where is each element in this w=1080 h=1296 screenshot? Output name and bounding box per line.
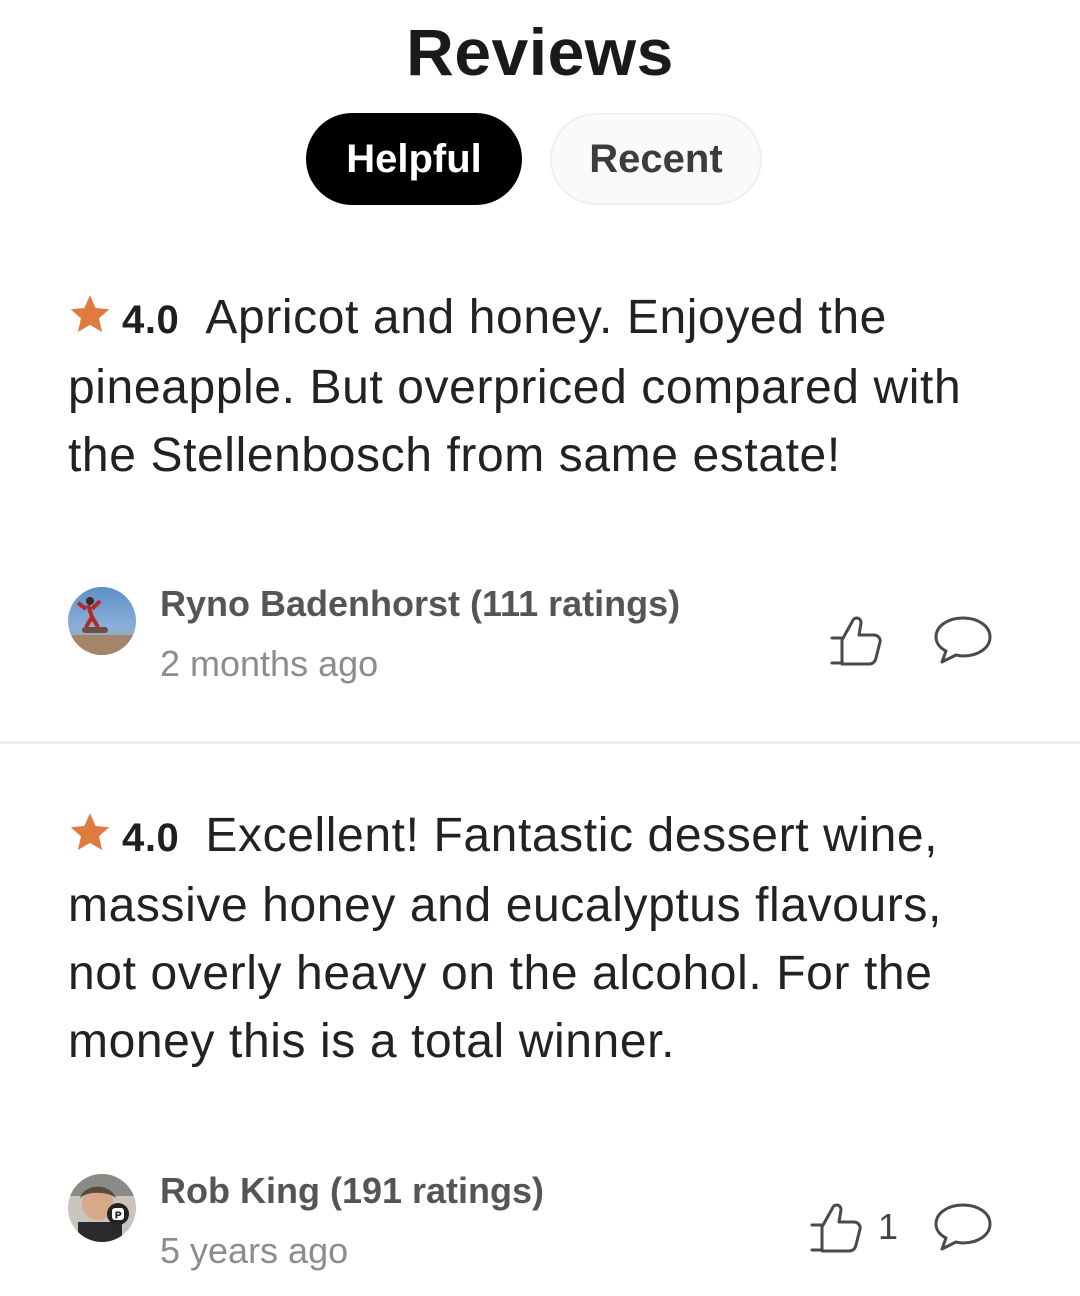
comment-button[interactable] — [932, 612, 994, 668]
review-text: Apricot and honey. Enjoyed the pineapple… — [68, 291, 962, 482]
review-text: Excellent! Fantastic dessert wine, massi… — [68, 809, 942, 1068]
star-icon — [70, 295, 110, 332]
like-count: 1 — [877, 1206, 898, 1247]
thumbs-up-icon — [810, 1203, 862, 1253]
comment-button[interactable] — [932, 1199, 994, 1255]
comment-bubble-icon — [934, 1203, 992, 1251]
review-footer: P Rob King (191 ratings) 5 years ago 1 — [68, 1170, 1008, 1284]
sort-tabs: Helpful Recent — [0, 113, 1080, 205]
review-card[interactable]: 4.0 Apricot and honey. Enjoyed the pineap… — [68, 284, 1008, 490]
review-actions: 1 — [806, 1192, 994, 1262]
like-button[interactable]: 1 — [806, 1196, 898, 1258]
review-actions — [826, 605, 994, 675]
review-body: 4.0 Apricot and honey. Enjoyed the pineap… — [68, 284, 1008, 490]
review-time: 2 months ago — [160, 643, 379, 684]
review-body: 4.0 Excellent! Fantastic dessert wine, ma… — [68, 802, 1008, 1076]
rating-value: 4.0 — [122, 816, 180, 860]
review-divider — [0, 741, 1080, 744]
like-button[interactable] — [826, 609, 898, 671]
rating-value: 4.0 — [122, 298, 180, 342]
avatar[interactable]: P — [68, 1174, 136, 1242]
review-card[interactable]: 4.0 Excellent! Fantastic dessert wine, ma… — [68, 802, 1008, 1076]
review-footer: Ryno Badenhorst (111 ratings) 2 months a… — [68, 583, 1008, 697]
page-title: Reviews — [406, 15, 674, 89]
avatar[interactable] — [68, 587, 136, 655]
svg-text:P: P — [115, 1211, 122, 1222]
review-author[interactable]: Rob King (191 ratings) — [160, 1170, 544, 1212]
tab-helpful[interactable]: Helpful — [306, 113, 522, 205]
star-icon — [70, 813, 110, 850]
review-author[interactable]: Ryno Badenhorst (111 ratings) — [160, 583, 680, 625]
thumbs-up-icon — [830, 616, 882, 666]
review-time: 5 years ago — [160, 1230, 349, 1271]
comment-bubble-icon — [934, 616, 992, 664]
tab-recent[interactable]: Recent — [550, 113, 762, 205]
